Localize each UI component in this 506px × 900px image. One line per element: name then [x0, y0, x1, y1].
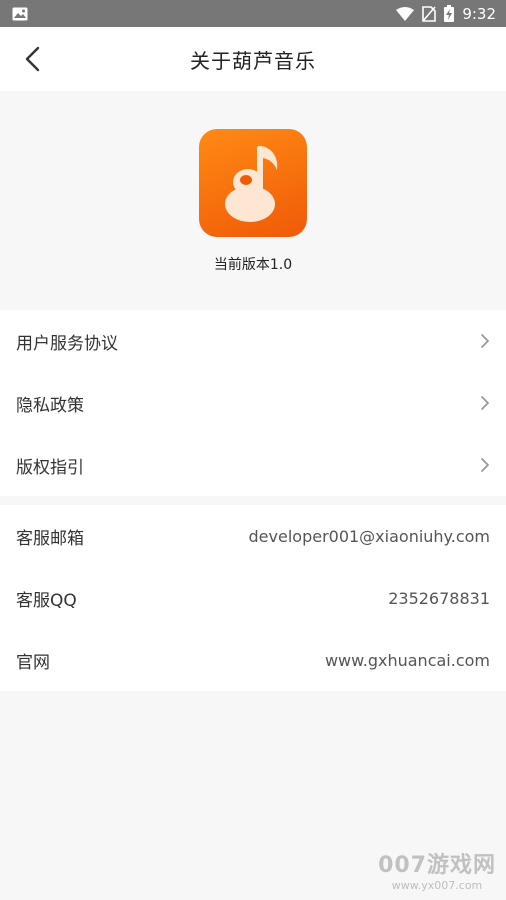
watermark-main: 007游戏网 — [378, 853, 496, 878]
back-button[interactable] — [14, 41, 50, 77]
links-list: 用户服务协议 隐私政策 版权指引 — [0, 310, 506, 496]
website-value[interactable]: www.gxhuancai.com — [325, 651, 490, 670]
gourd-music-note-icon — [199, 129, 307, 237]
chevron-right-icon — [480, 333, 490, 349]
back-arrow-icon — [24, 46, 40, 72]
watermark: 007游戏网 www.yx007.com — [378, 847, 496, 892]
email-value[interactable]: developer001@xiaoniuhy.com — [249, 527, 490, 546]
chevron-right-icon — [480, 395, 490, 411]
page-title: 关于葫芦音乐 — [190, 48, 316, 73]
app-header: 关于葫芦音乐 — [0, 27, 506, 91]
info-label: 客服QQ — [16, 590, 77, 611]
image-icon — [12, 7, 28, 21]
info-label: 官网 — [16, 652, 50, 673]
watermark-url: www.yx007.com — [391, 879, 483, 892]
list-item-privacy-policy[interactable]: 隐私政策 — [0, 372, 506, 434]
qq-value[interactable]: 2352678831 — [388, 589, 490, 608]
info-label: 客服邮箱 — [16, 528, 84, 549]
info-row-email: 客服邮箱 developer001@xiaoniuhy.com — [0, 505, 506, 567]
battery-charging-icon — [444, 5, 455, 22]
status-time: 9:32 — [462, 4, 496, 23]
list-item-label: 版权指引 — [16, 457, 84, 478]
no-sim-icon — [422, 5, 437, 22]
list-item-label: 隐私政策 — [16, 395, 84, 416]
version-text: 当前版本1.0 — [213, 257, 293, 273]
status-bar: 9:32 — [0, 0, 506, 27]
info-row-qq: 客服QQ 2352678831 — [0, 567, 506, 629]
list-item-copyright-guide[interactable]: 版权指引 — [0, 434, 506, 496]
list-item-label: 用户服务协议 — [16, 333, 118, 354]
chevron-right-icon — [480, 457, 490, 473]
contact-info-list: 客服邮箱 developer001@xiaoniuhy.com 客服QQ 235… — [0, 505, 506, 691]
wifi-icon — [396, 6, 415, 21]
info-row-website: 官网 www.gxhuancai.com — [0, 629, 506, 691]
list-item-user-agreement[interactable]: 用户服务协议 — [0, 310, 506, 372]
app-info-section: 当前版本1.0 — [0, 91, 506, 310]
